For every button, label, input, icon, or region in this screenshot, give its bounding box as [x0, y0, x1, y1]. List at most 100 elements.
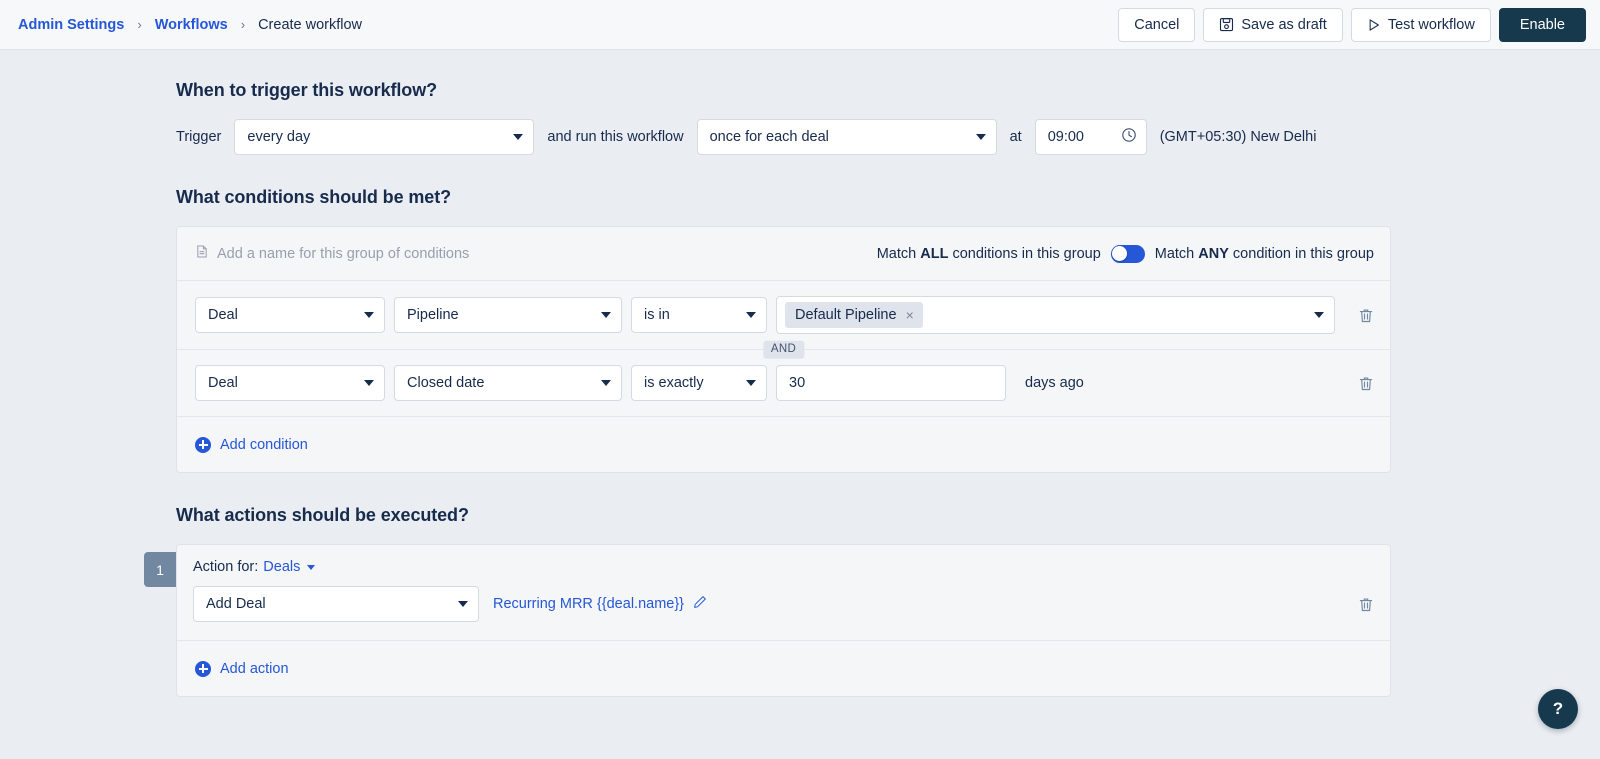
trigger-frequency-select[interactable]: every day — [234, 119, 535, 155]
action-template-link[interactable]: Recurring MRR {{deal.name}} — [493, 595, 707, 613]
condition-value-multiselect[interactable]: Default Pipeline × — [776, 296, 1335, 334]
trigger-frequency-value: every day — [247, 129, 311, 145]
pencil-icon[interactable] — [693, 595, 707, 613]
test-workflow-label: Test workflow — [1387, 16, 1475, 33]
breadcrumb-separator-1: › — [137, 17, 142, 32]
trigger-time-value: 09:00 — [1047, 129, 1084, 145]
floppy-disk-icon — [1219, 17, 1234, 32]
condition-property-value: Closed date — [407, 375, 485, 391]
save-as-draft-button[interactable]: Save as draft — [1203, 7, 1343, 42]
selected-value-chip-label: Default Pipeline — [795, 307, 897, 323]
condition-group-name-placeholder: Add a name for this group of conditions — [217, 245, 470, 262]
test-workflow-button[interactable]: Test workflow — [1350, 7, 1491, 42]
document-icon — [195, 244, 209, 263]
match-all-label: Match ALL conditions in this group — [876, 245, 1101, 262]
condition-entity-value: Deal — [208, 375, 238, 391]
trigger-section-title: When to trigger this workflow? — [176, 80, 437, 100]
condition-operator-select[interactable]: is in — [631, 297, 767, 333]
and-run-label: and run this workflow — [547, 129, 684, 145]
actions-section: What actions should be executed? — [176, 505, 1391, 526]
selected-value-chip: Default Pipeline × — [785, 302, 923, 328]
timezone-label: (GMT+05:30) New Delhi — [1159, 129, 1317, 145]
action-card-body: Action for: Deals Add Deal Recurring MRR… — [177, 545, 1390, 640]
breadcrumb-workflows[interactable]: Workflows — [155, 17, 228, 33]
action-row: Add Deal Recurring MRR {{deal.name}} — [193, 586, 1374, 622]
plus-circle-icon — [195, 436, 211, 453]
condition-operator-value: is exactly — [644, 375, 704, 391]
trigger-time-input[interactable]: 09:00 — [1034, 119, 1147, 155]
condition-value-text: 30 — [789, 375, 806, 391]
actions-section-title: What actions should be executed? — [176, 505, 469, 525]
add-condition-button[interactable]: Add condition — [195, 436, 308, 453]
action-type-select[interactable]: Add Deal — [193, 586, 479, 622]
match-mode-toggle[interactable] — [1110, 244, 1145, 263]
condition-group-name-input[interactable]: Add a name for this group of conditions — [195, 244, 469, 263]
add-action-button[interactable]: Add action — [195, 660, 289, 677]
condition-row: Deal Pipeline is in Default Pipeline × — [177, 281, 1390, 349]
chevron-down-icon — [364, 380, 374, 386]
condition-entity-select[interactable]: Deal — [195, 297, 385, 333]
delete-condition-button[interactable] — [1344, 307, 1374, 324]
chevron-down-icon — [975, 134, 986, 140]
clock-icon — [1121, 127, 1137, 147]
remove-chip-icon[interactable]: × — [906, 308, 914, 322]
cancel-button[interactable]: Cancel — [1118, 7, 1196, 42]
match-mode-control: Match ALL conditions in this group Match… — [876, 244, 1374, 263]
condition-property-select[interactable]: Pipeline — [394, 297, 622, 333]
help-button[interactable]: ? — [1538, 689, 1578, 729]
trigger-label: Trigger — [176, 129, 222, 145]
enable-button-label: Enable — [1519, 16, 1565, 33]
enable-button[interactable]: Enable — [1498, 7, 1586, 42]
action-card: Action for: Deals Add Deal Recurring MRR… — [176, 544, 1391, 697]
chevron-down-icon — [307, 564, 316, 570]
chevron-down-icon — [513, 134, 524, 140]
condition-group-header: Add a name for this group of conditions … — [177, 227, 1390, 281]
play-icon — [1367, 18, 1381, 32]
action-card-footer: Add action — [177, 640, 1390, 696]
chevron-down-icon — [1314, 312, 1324, 318]
trigger-section: When to trigger this workflow? Trigger e… — [176, 80, 1391, 155]
run-mode-value: once for each deal — [709, 129, 829, 145]
action-step-number: 1 — [144, 552, 176, 587]
delete-condition-button[interactable] — [1344, 375, 1374, 392]
condition-group-card: Add a name for this group of conditions … — [176, 226, 1391, 473]
add-action-label: Add action — [220, 660, 289, 677]
chevron-down-icon — [746, 312, 756, 318]
conditions-section: What conditions should be met? Add a nam… — [176, 187, 1391, 473]
action-type-value: Add Deal — [206, 596, 266, 612]
breadcrumb: Admin Settings › Workflows › Create work… — [18, 17, 362, 33]
conditions-section-title: What conditions should be met? — [176, 187, 451, 207]
condition-joiner-badge: AND — [762, 340, 805, 359]
condition-value-input[interactable]: 30 — [776, 365, 1006, 401]
condition-card-footer: Add condition — [177, 416, 1390, 472]
delete-action-button[interactable] — [1344, 596, 1374, 613]
condition-joiner-divider: AND — [177, 340, 1390, 359]
action-for-row: Action for: Deals — [193, 559, 1374, 575]
breadcrumb-separator-2: › — [240, 17, 246, 32]
plus-circle-icon — [195, 660, 211, 677]
top-bar-actions: Cancel Save as draft Test workflow Enabl… — [1118, 7, 1586, 42]
chevron-down-icon — [601, 312, 611, 318]
condition-value-suffix: days ago — [1025, 375, 1084, 391]
breadcrumb-current-page: Create workflow — [258, 16, 363, 33]
condition-property-select[interactable]: Closed date — [394, 365, 622, 401]
cancel-button-label: Cancel — [1134, 16, 1180, 33]
chevron-down-icon — [746, 380, 756, 386]
chevron-down-icon — [364, 312, 374, 318]
action-template-label: Recurring MRR {{deal.name}} — [493, 596, 685, 612]
breadcrumb-admin-settings[interactable]: Admin Settings — [18, 17, 124, 33]
run-mode-select[interactable]: once for each deal — [696, 119, 997, 155]
match-any-label: Match ANY condition in this group — [1154, 245, 1374, 262]
save-as-draft-label: Save as draft — [1241, 16, 1327, 33]
condition-entity-select[interactable]: Deal — [195, 365, 385, 401]
add-condition-label: Add condition — [220, 436, 308, 453]
chevron-down-icon — [601, 380, 611, 386]
condition-operator-value: is in — [644, 307, 670, 323]
action-card-wrapper: 1 Action for: Deals Add Deal Recurring M… — [144, 544, 1391, 697]
trigger-row: Trigger every day and run this workflow … — [176, 119, 1391, 155]
action-for-object-select[interactable]: Deals — [263, 559, 300, 575]
condition-operator-select[interactable]: is exactly — [631, 365, 767, 401]
top-bar: Admin Settings › Workflows › Create work… — [0, 0, 1600, 50]
action-for-label: Action for: — [193, 559, 259, 575]
condition-row: Deal Closed date is exactly 30 days ago — [177, 350, 1390, 416]
